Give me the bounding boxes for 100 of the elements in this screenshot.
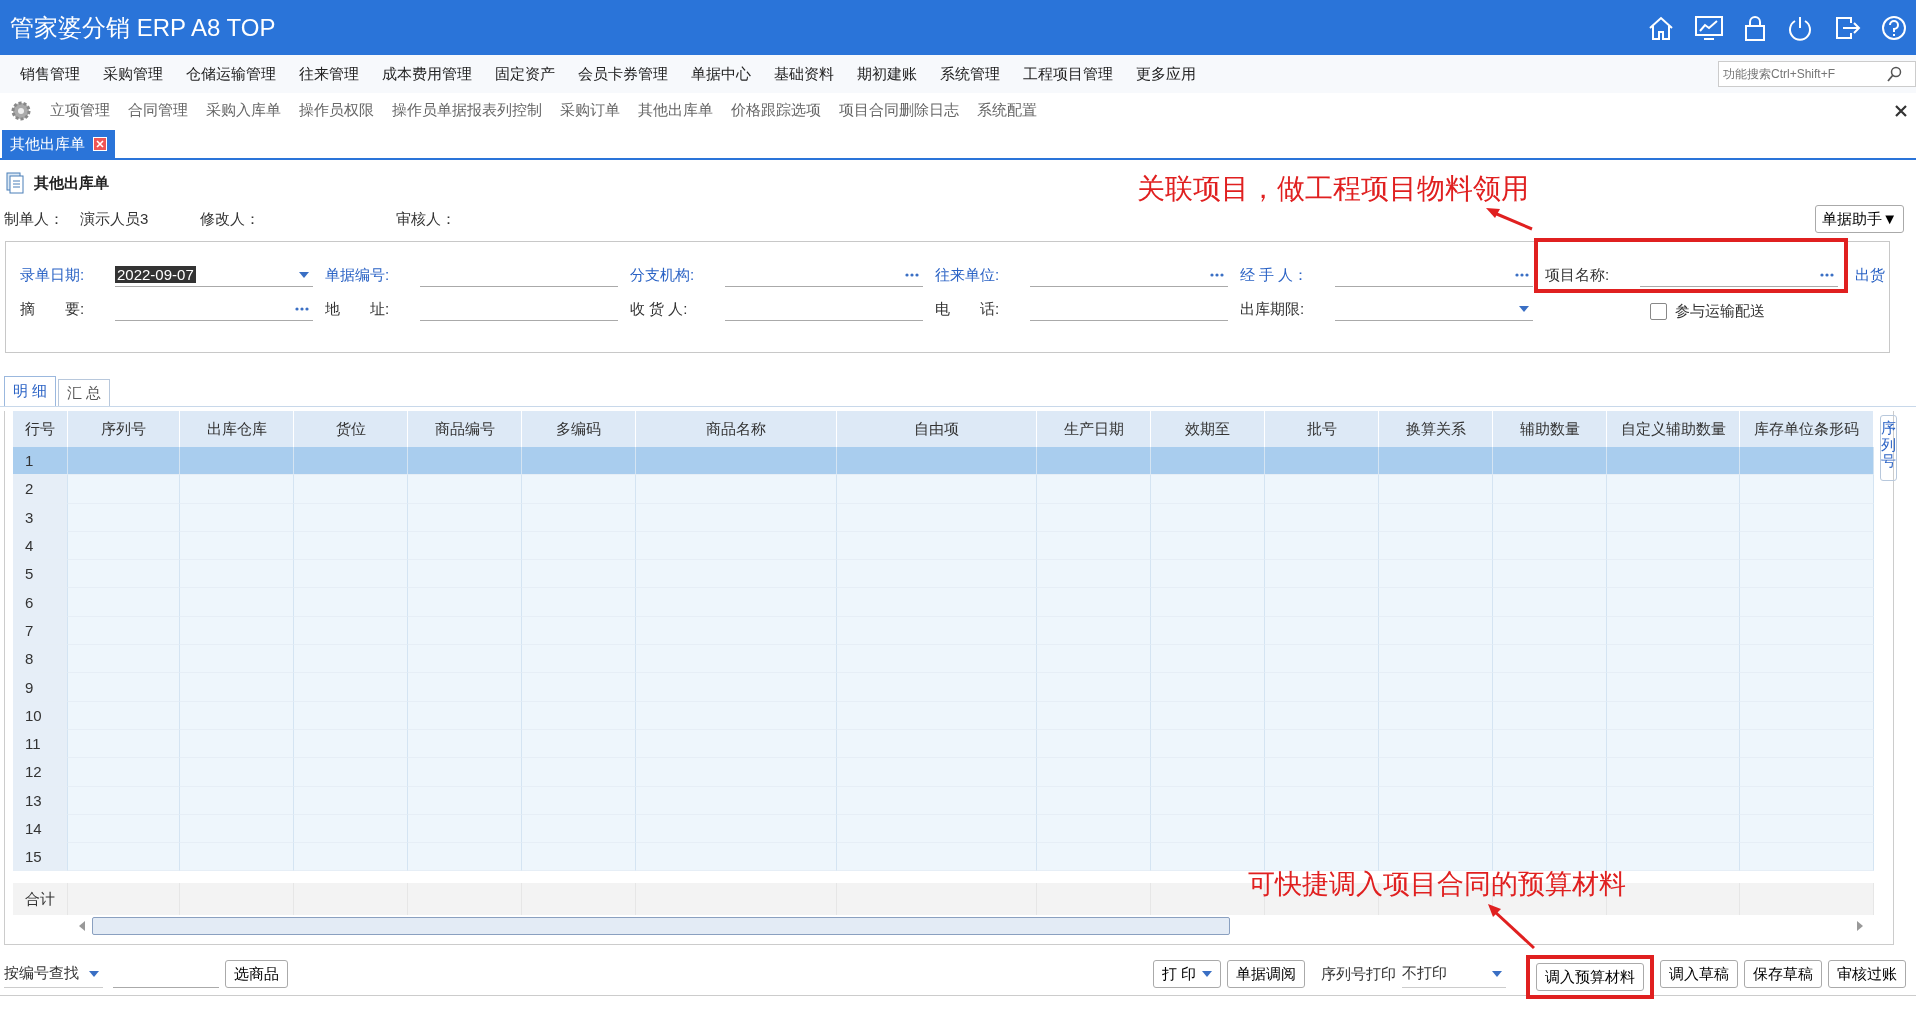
- scrollbar-thumb[interactable]: [92, 917, 1230, 936]
- menu-item[interactable]: 固定资产: [495, 64, 555, 84]
- table-row[interactable]: 13: [13, 786, 1874, 815]
- arrow: [1486, 902, 1536, 950]
- menu-item[interactable]: 期初建账: [857, 64, 917, 84]
- row-number: 6: [25, 593, 34, 611]
- form-title: 其他出库单: [34, 173, 109, 193]
- review-button[interactable]: 单据调阅: [1227, 960, 1305, 988]
- shortcut-link[interactable]: 其他出库单: [638, 101, 713, 120]
- table-row[interactable]: 12: [13, 758, 1874, 787]
- table-row[interactable]: 1: [13, 447, 1874, 476]
- meta-label: 制单人：: [4, 209, 64, 229]
- field-label: 地 址:: [325, 299, 391, 319]
- arrow: [1484, 205, 1534, 231]
- print-button[interactable]: 打 印: [1152, 960, 1221, 988]
- row-number: 9: [25, 678, 34, 696]
- annotation-text: 可快捷调入项目合同的预算材料: [1248, 869, 1626, 899]
- table-row[interactable]: 5: [13, 560, 1874, 589]
- menu-item[interactable]: 仓储运输管理: [186, 64, 276, 84]
- more-icon[interactable]: [1210, 272, 1224, 277]
- ship-link[interactable]: 出货: [1855, 265, 1885, 285]
- input-field[interactable]: 2022-09-07: [115, 263, 313, 287]
- dropdown-icon[interactable]: [1519, 305, 1529, 312]
- scroll-right-icon[interactable]: [1856, 921, 1864, 932]
- table-row[interactable]: 9: [13, 673, 1874, 702]
- row-number: 15: [25, 848, 42, 866]
- row-number: 12: [25, 763, 42, 781]
- gear-icon[interactable]: [10, 99, 32, 122]
- more-icon[interactable]: [295, 306, 309, 311]
- table-row[interactable]: 4: [13, 531, 1874, 561]
- field-label: 摘 要:: [20, 299, 86, 319]
- menu-item[interactable]: 销售管理: [20, 64, 80, 84]
- shortcut-link[interactable]: 项目合同删除日志: [839, 101, 959, 120]
- field-label: 出库期限:: [1240, 299, 1306, 319]
- shortcut-link[interactable]: 采购订单: [560, 101, 620, 120]
- shortcut-link[interactable]: 采购入库单: [206, 101, 281, 120]
- meta-value: 演示人员3: [80, 209, 150, 229]
- table-row[interactable]: 10: [13, 701, 1874, 730]
- checkbox[interactable]: [1650, 302, 1667, 320]
- table-row[interactable]: 6: [13, 588, 1874, 617]
- field-label: 单据编号:: [325, 265, 391, 285]
- more-icon[interactable]: [1820, 272, 1834, 277]
- menu-item[interactable]: 基础资料: [774, 64, 834, 84]
- action-button[interactable]: 审核过账: [1828, 960, 1906, 988]
- field-label: 往来单位:: [935, 265, 1001, 285]
- total-label: 合计: [25, 889, 55, 909]
- row-number: 14: [25, 820, 42, 837]
- shortcut-link[interactable]: 合同管理: [128, 101, 188, 120]
- dropdown-icon[interactable]: [89, 970, 99, 977]
- serial-print-select[interactable]: 不打印: [1402, 960, 1506, 988]
- chart-icon[interactable]: [1694, 13, 1724, 42]
- detail-tab[interactable]: 明 细: [4, 376, 57, 406]
- action-button[interactable]: 保存草稿: [1744, 960, 1822, 988]
- table-row[interactable]: 3: [13, 503, 1874, 532]
- table-row[interactable]: 2: [13, 475, 1874, 504]
- menu-item[interactable]: 系统管理: [940, 64, 1000, 84]
- more-icon[interactable]: [1515, 272, 1529, 277]
- action-button[interactable]: 调入草稿: [1660, 960, 1738, 988]
- table-row[interactable]: 11: [13, 729, 1874, 759]
- table-row[interactable]: 8: [13, 645, 1874, 674]
- more-icon[interactable]: [905, 272, 919, 277]
- table-row[interactable]: 14: [13, 814, 1874, 844]
- lock-icon[interactable]: [1743, 13, 1767, 42]
- row-number: 1: [25, 452, 34, 470]
- field-label: 电 话:: [935, 299, 1001, 319]
- helper-button[interactable]: 单据助手▼: [1815, 205, 1904, 233]
- row-number: 10: [25, 706, 42, 724]
- field-label: 项目名称:: [1545, 265, 1611, 285]
- menu-item[interactable]: 采购管理: [103, 64, 163, 84]
- dropdown-icon[interactable]: [1492, 970, 1502, 977]
- dropdown-icon[interactable]: [299, 271, 309, 278]
- table-row[interactable]: 7: [13, 616, 1874, 646]
- scroll-left-icon[interactable]: [78, 921, 86, 932]
- shortcut-link[interactable]: 价格跟踪选项: [731, 101, 821, 120]
- menu-item[interactable]: 单据中心: [691, 64, 751, 84]
- help-icon[interactable]: [1880, 13, 1908, 42]
- row-number: 8: [25, 650, 34, 668]
- menu-item[interactable]: 工程项目管理: [1023, 64, 1113, 84]
- menu-item[interactable]: 成本费用管理: [382, 64, 472, 84]
- pick-product-button[interactable]: 选商品: [225, 960, 288, 988]
- menu-item[interactable]: 会员卡券管理: [578, 64, 668, 84]
- shortcut-link[interactable]: 操作员权限: [299, 101, 374, 120]
- search-icon[interactable]: [1887, 66, 1903, 82]
- close-icon[interactable]: [1894, 103, 1908, 118]
- shortcut-link[interactable]: 系统配置: [977, 101, 1037, 120]
- dropdown-icon[interactable]: [1202, 971, 1212, 977]
- row-number: 5: [25, 565, 34, 583]
- checkbox-label: 参与运输配送: [1675, 301, 1765, 321]
- find-select[interactable]: 按编号查找: [4, 960, 103, 988]
- menu-item[interactable]: 更多应用: [1136, 64, 1196, 84]
- shortcut-link[interactable]: 操作员单据报表列控制: [392, 101, 542, 120]
- document-tab[interactable]: 其他出库单: [2, 130, 115, 158]
- detail-tab[interactable]: 汇 总: [58, 379, 111, 406]
- side-tab[interactable]: 序列号: [1880, 415, 1897, 481]
- document-icon: [6, 172, 24, 194]
- action-button[interactable]: 调入预算材料: [1536, 963, 1644, 991]
- search-box[interactable]: 功能搜索Ctrl+Shift+F: [1718, 61, 1916, 87]
- menu-item[interactable]: 往来管理: [299, 64, 359, 84]
- shortcut-link[interactable]: 立项管理: [50, 101, 110, 120]
- row-number: 11: [25, 735, 41, 753]
